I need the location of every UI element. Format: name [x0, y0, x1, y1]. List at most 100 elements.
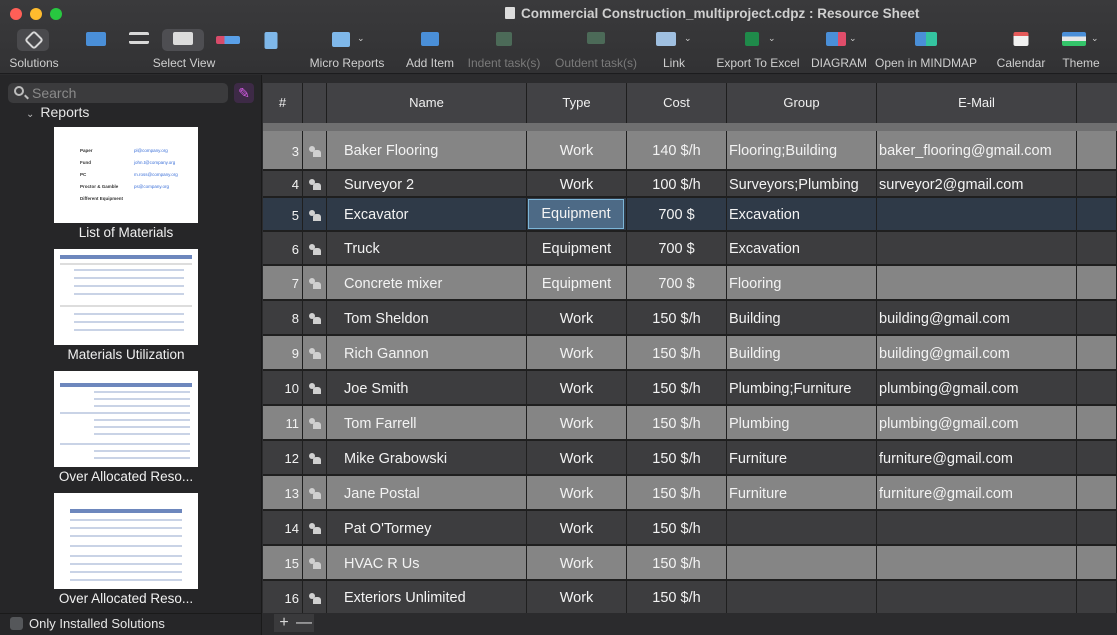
- cell-type[interactable]: Work: [527, 441, 627, 476]
- cell-type[interactable]: Work: [527, 301, 627, 336]
- cell-number[interactable]: 3: [263, 131, 303, 171]
- table-row[interactable]: 14 Pat O'Tormey Work 150 $/h: [263, 511, 1117, 546]
- search-input[interactable]: [32, 84, 222, 102]
- cell-email[interactable]: building@gmail.com: [877, 301, 1077, 336]
- column-header-type[interactable]: Type: [527, 83, 627, 123]
- cell-extra[interactable]: [1077, 476, 1117, 511]
- cell-extra[interactable]: [1077, 131, 1117, 171]
- column-header-group[interactable]: Group: [727, 83, 877, 123]
- table-row[interactable]: 8 Tom Sheldon Work 150 $/h Building building@…: [263, 301, 1117, 336]
- selected-cell-editor[interactable]: Equipment: [528, 199, 624, 229]
- cell-type[interactable]: Equipment: [527, 232, 627, 266]
- cell-extra[interactable]: [1077, 511, 1117, 546]
- cell-email[interactable]: surveyor2@gmail.com: [877, 171, 1077, 198]
- reports-section-header[interactable]: ⌄ Reports: [26, 104, 89, 120]
- cell-number[interactable]: 7: [263, 266, 303, 301]
- cell-email[interactable]: furniture@gmail.com: [877, 441, 1077, 476]
- table-row[interactable]: 11 Tom Farrell Work 150 $/h Plumbing plumbing…: [263, 406, 1117, 441]
- cell-resource-icon[interactable]: [303, 371, 327, 406]
- cell-email[interactable]: [877, 511, 1077, 546]
- cell-name[interactable]: Tom Farrell: [327, 406, 527, 441]
- cell-email[interactable]: [877, 266, 1077, 301]
- cell-group[interactable]: Building: [727, 336, 877, 371]
- cell-number[interactable]: 5: [263, 198, 303, 232]
- cell-cost[interactable]: 150 $/h: [627, 511, 727, 546]
- open-mindmap-button[interactable]: Open in MINDMAP: [875, 28, 977, 72]
- add-row-button[interactable]: +: [274, 614, 294, 632]
- cell-type[interactable]: Work: [527, 511, 627, 546]
- cell-extra[interactable]: [1077, 301, 1117, 336]
- column-header-name[interactable]: Name: [327, 83, 527, 123]
- cell-extra[interactable]: [1077, 406, 1117, 441]
- column-header-number[interactable]: #: [263, 83, 303, 123]
- cell-number[interactable]: 9: [263, 336, 303, 371]
- cell-email[interactable]: [877, 581, 1077, 615]
- cell-cost[interactable]: 700 $: [627, 232, 727, 266]
- cell-group[interactable]: Surveyors;Plumbing: [727, 171, 877, 198]
- remove-row-button[interactable]: —: [294, 614, 314, 632]
- cell-email[interactable]: [877, 546, 1077, 581]
- cell-type[interactable]: Work: [527, 406, 627, 441]
- cell-resource-icon[interactable]: [303, 232, 327, 266]
- column-header-email[interactable]: E-Mail: [877, 83, 1077, 123]
- cell-type[interactable]: Work: [527, 581, 627, 615]
- cell-resource-icon[interactable]: [303, 131, 327, 171]
- cell-group[interactable]: [727, 581, 877, 615]
- cell-cost[interactable]: 150 $/h: [627, 476, 727, 511]
- cell-email[interactable]: plumbing@gmail.com: [877, 406, 1077, 441]
- cell-number[interactable]: 12: [263, 441, 303, 476]
- cell-resource-icon[interactable]: [303, 511, 327, 546]
- cell-cost[interactable]: 150 $/h: [627, 301, 727, 336]
- cell-number[interactable]: 16: [263, 581, 303, 615]
- cell-extra[interactable]: [1077, 581, 1117, 615]
- cell-group[interactable]: Plumbing;Furniture: [727, 371, 877, 406]
- diagram-button[interactable]: ⌄ DIAGRAM: [810, 28, 868, 72]
- cell-cost[interactable]: 140 $/h: [627, 131, 727, 171]
- minimize-window-button[interactable]: [30, 8, 42, 20]
- view-report-button[interactable]: [260, 28, 282, 72]
- cell-email[interactable]: plumbing@gmail.com: [877, 371, 1077, 406]
- cell-type[interactable]: Work: [527, 171, 627, 198]
- cell-resource-icon[interactable]: [303, 266, 327, 301]
- cell-cost[interactable]: 700 $: [627, 198, 727, 232]
- cell-cost[interactable]: 700 $: [627, 266, 727, 301]
- cell-extra[interactable]: [1077, 198, 1117, 232]
- cell-number[interactable]: 15: [263, 546, 303, 581]
- cell-number[interactable]: 4: [263, 171, 303, 198]
- cell-number[interactable]: 6: [263, 232, 303, 266]
- cell-group[interactable]: Furniture: [727, 441, 877, 476]
- cell-resource-icon[interactable]: [303, 301, 327, 336]
- cell-number[interactable]: 14: [263, 511, 303, 546]
- cell-number[interactable]: 11: [263, 406, 303, 441]
- solutions-button[interactable]: Solutions: [0, 28, 68, 72]
- cell-name[interactable]: Truck: [327, 232, 527, 266]
- cell-group[interactable]: [727, 511, 877, 546]
- table-row[interactable]: 15 HVAC R Us Work 150 $/h: [263, 546, 1117, 581]
- cell-group[interactable]: Excavation: [727, 232, 877, 266]
- cell-resource-icon[interactable]: [303, 198, 327, 232]
- cell-extra[interactable]: [1077, 371, 1117, 406]
- cell-extra[interactable]: [1077, 171, 1117, 198]
- table-row[interactable]: 10 Joe Smith Work 150 $/h Plumbing;Furniture…: [263, 371, 1117, 406]
- cell-email[interactable]: furniture@gmail.com: [877, 476, 1077, 511]
- cell-group[interactable]: Excavation: [727, 198, 877, 232]
- cell-extra[interactable]: [1077, 266, 1117, 301]
- outdent-button[interactable]: Outdent task(s): [553, 28, 639, 72]
- cell-name[interactable]: Rich Gannon: [327, 336, 527, 371]
- cell-group[interactable]: Building: [727, 301, 877, 336]
- cell-resource-icon[interactable]: [303, 581, 327, 615]
- pen-icon[interactable]: ✎: [234, 83, 254, 103]
- cell-cost[interactable]: 150 $/h: [627, 441, 727, 476]
- report-materials-utilization[interactable]: Materials Utilization: [54, 249, 198, 362]
- cell-resource-icon[interactable]: [303, 406, 327, 441]
- cell-cost[interactable]: 150 $/h: [627, 336, 727, 371]
- cell-name[interactable]: Exteriors Unlimited: [327, 581, 527, 615]
- only-installed-checkbox[interactable]: Only Installed Solutions: [10, 616, 165, 631]
- cell-resource-icon[interactable]: [303, 441, 327, 476]
- view-gantt-button[interactable]: [84, 28, 108, 72]
- cell-name[interactable]: Joe Smith: [327, 371, 527, 406]
- cell-cost[interactable]: 150 $/h: [627, 406, 727, 441]
- cell-name[interactable]: Baker Flooring: [327, 131, 527, 171]
- column-header-cost[interactable]: Cost: [627, 83, 727, 123]
- export-excel-button[interactable]: ⌄ Export To Excel: [716, 28, 800, 72]
